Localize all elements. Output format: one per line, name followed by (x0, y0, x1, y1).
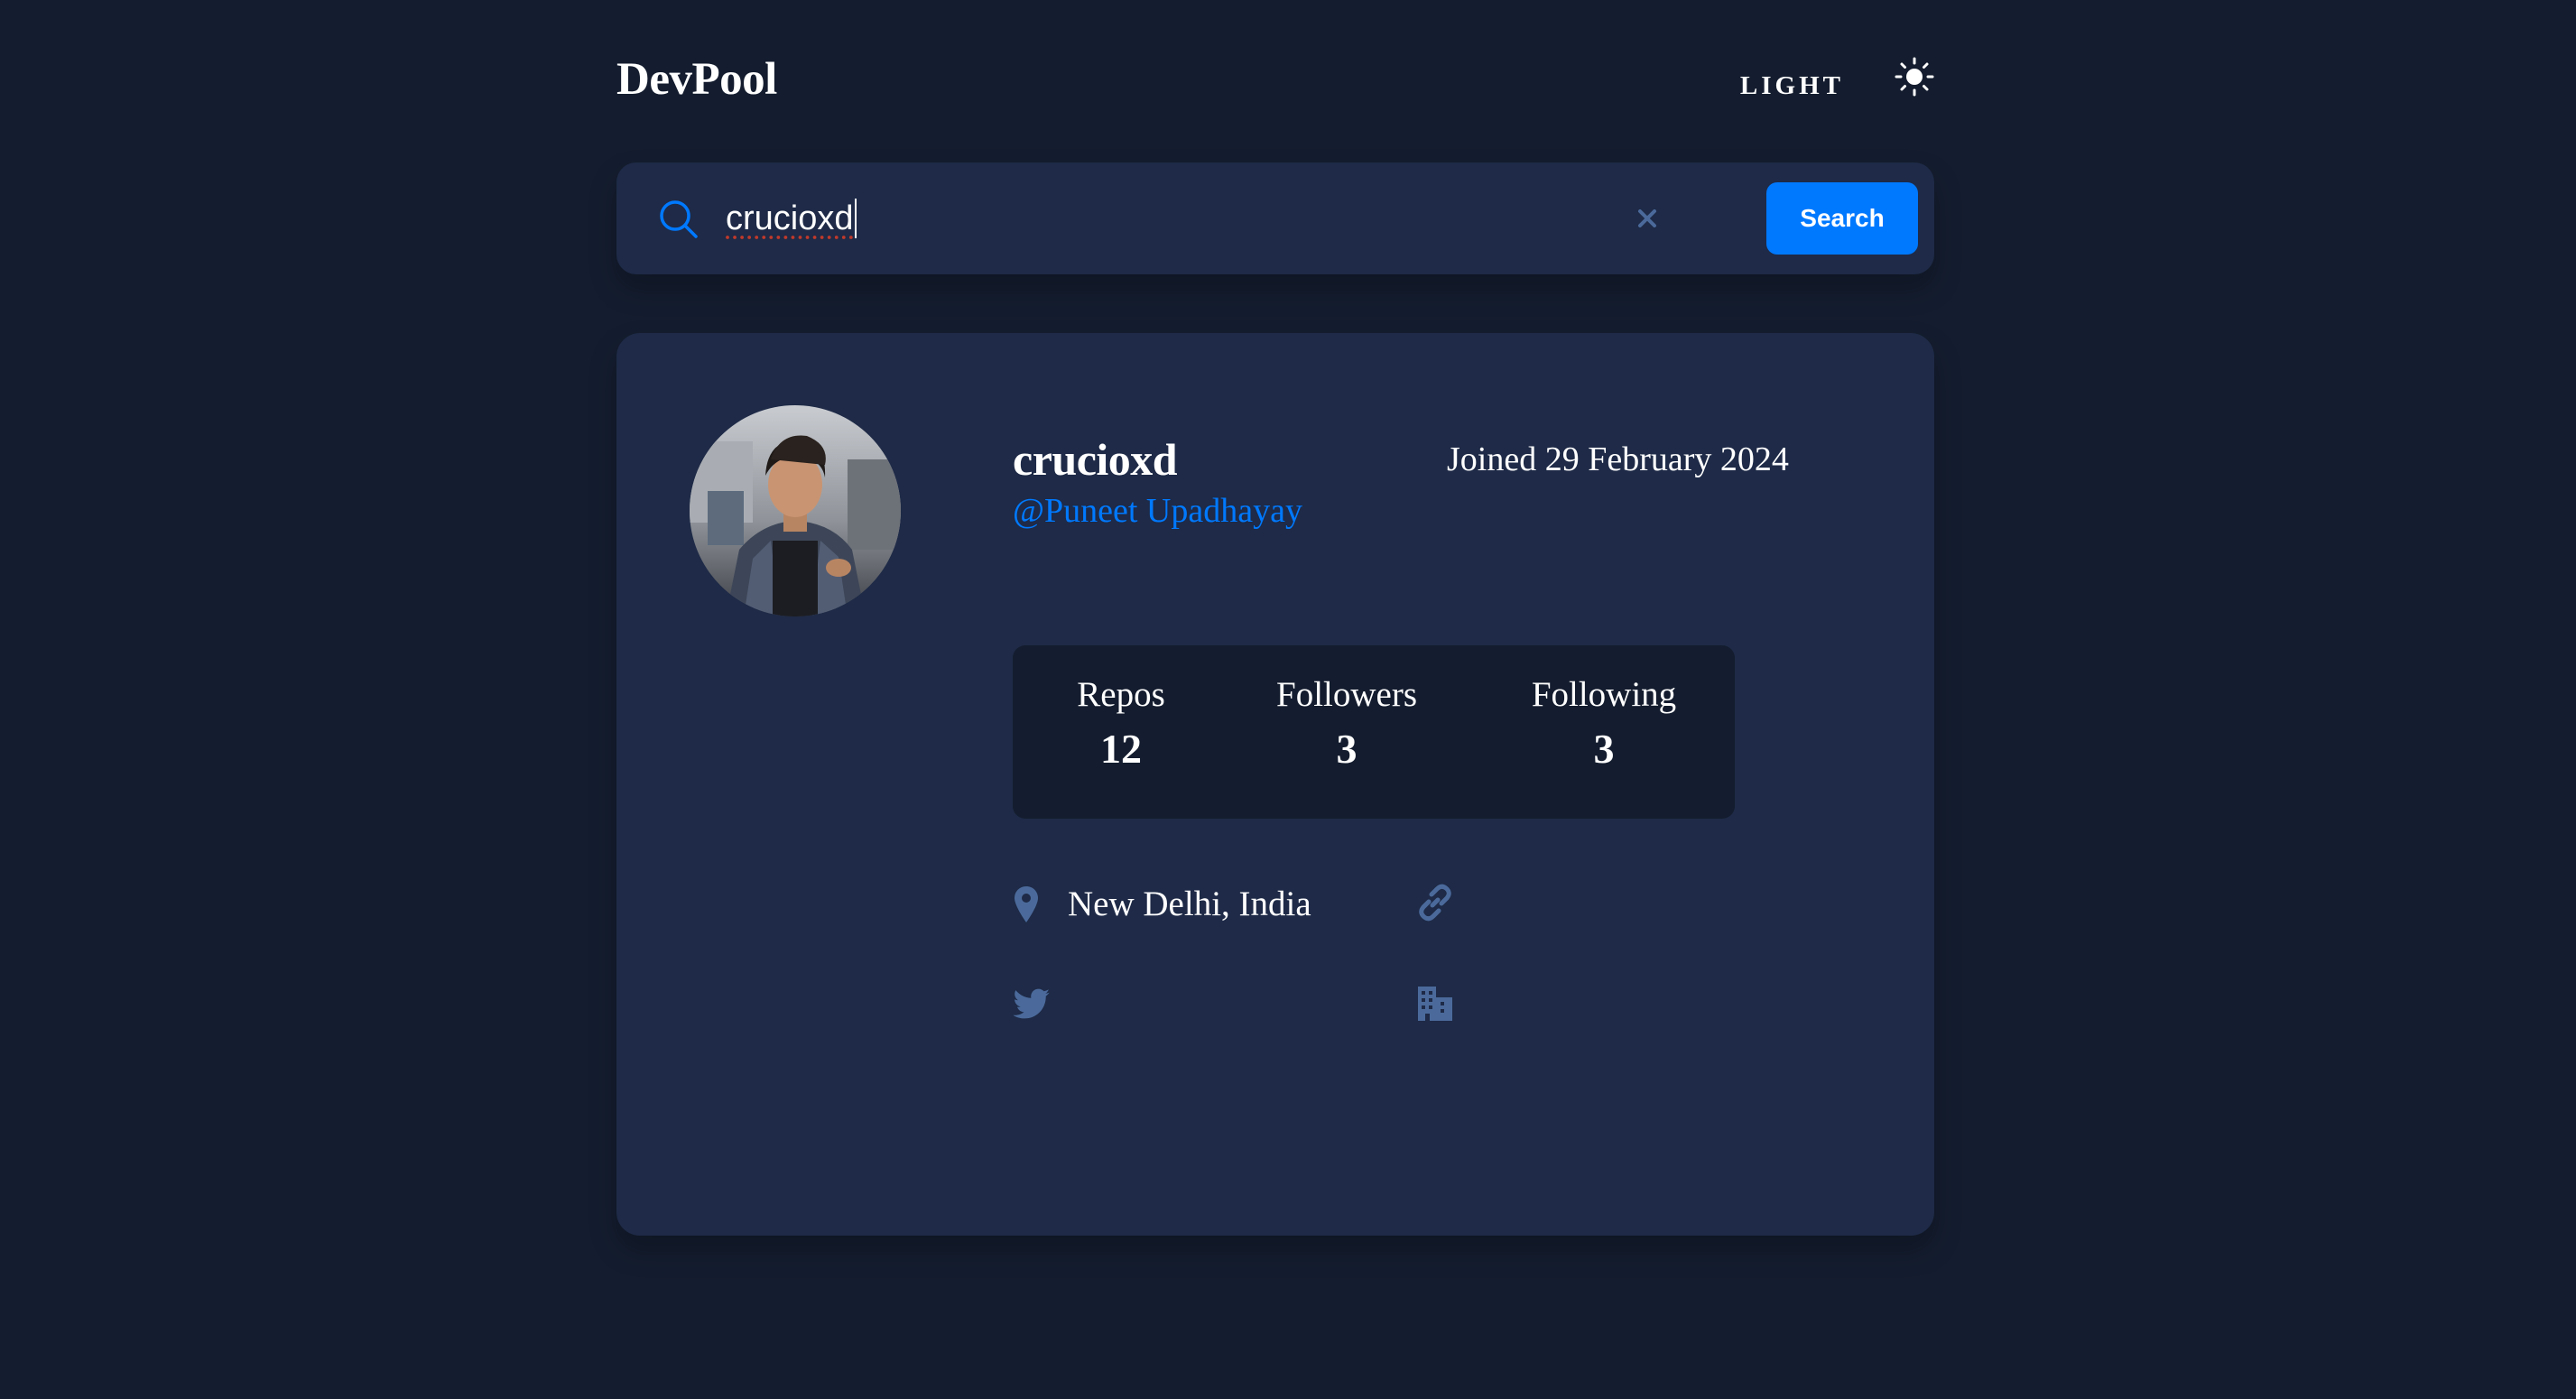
stat-value: 12 (1100, 726, 1142, 772)
theme-toggle-label[interactable]: LIGHT (1740, 71, 1844, 101)
header: DevPool LIGHT (616, 52, 1934, 107)
stat-repos: Repos 12 (1058, 672, 1184, 781)
stat-label: Repos (1077, 675, 1165, 714)
twitter-icon[interactable] (1013, 988, 1051, 1021)
location-pin-icon (1015, 886, 1038, 922)
location-text: New Delhi, India (1068, 885, 1311, 923)
profile-handle-link[interactable]: @Puneet Upadhayay (1013, 488, 1302, 533)
text-caret (854, 199, 857, 238)
app-logo: DevPool (616, 54, 777, 105)
stat-label: Following (1531, 675, 1677, 714)
theme-toggle[interactable]: LIGHT (1740, 52, 1934, 107)
search-button[interactable]: Search (1766, 182, 1918, 255)
profile-username: crucioxd (1013, 434, 1178, 485)
profile-card: crucioxd @Puneet Upadhayay Joined 29 Feb… (616, 333, 1934, 1236)
stats-panel: Repos 12 Followers 3 Following 3 (1013, 645, 1735, 819)
stat-following: Following 3 (1514, 672, 1694, 781)
search-input-value[interactable]: crucioxd (726, 193, 854, 244)
location-row: New Delhi, India (1014, 877, 1311, 931)
stat-value: 3 (1593, 726, 1615, 772)
search-input[interactable]: crucioxd (726, 193, 857, 244)
search-icon (660, 200, 698, 238)
joined-date: Joined 29 February 2024 (1447, 440, 1789, 478)
link-icon[interactable] (1416, 884, 1454, 922)
building-icon (1418, 987, 1452, 1021)
stat-value: 3 (1336, 726, 1357, 772)
sun-icon[interactable] (1895, 57, 1934, 97)
search-bar: crucioxd Search (616, 162, 1934, 274)
stat-label: Followers (1276, 675, 1417, 714)
close-icon[interactable] (1635, 206, 1660, 231)
avatar (690, 405, 901, 616)
stat-followers: Followers 3 (1256, 672, 1437, 781)
